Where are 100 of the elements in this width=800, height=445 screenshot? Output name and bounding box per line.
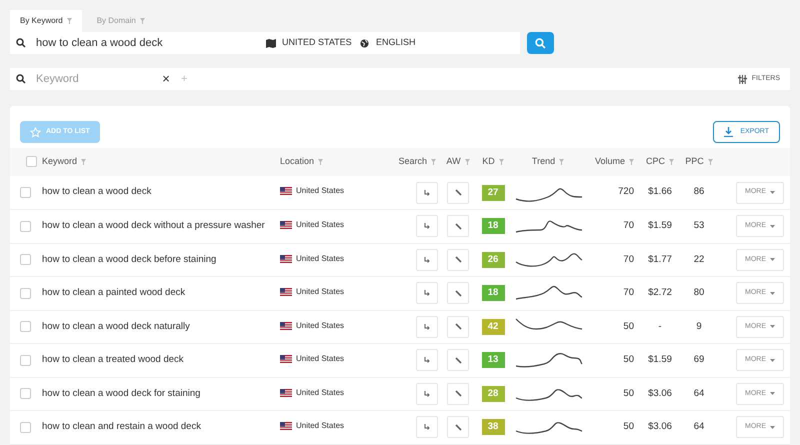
star-icon xyxy=(30,126,41,138)
column-header[interactable]: PPC xyxy=(685,156,704,166)
cpc-cell: $3.06 xyxy=(648,388,672,399)
ppc-cell: 80 xyxy=(694,287,704,298)
search-results-button[interactable] xyxy=(416,316,438,338)
checkbox[interactable] xyxy=(20,388,31,400)
difficulty-badge: 13 xyxy=(482,352,504,368)
volume-cell: 50 xyxy=(623,388,634,399)
cpc-cell: $1.59 xyxy=(648,354,672,366)
keyword-cell: how to clean a wood deck without a pressure washer xyxy=(42,220,265,232)
column-header[interactable]: CPC xyxy=(646,156,665,166)
difficulty-badge: 42 xyxy=(482,318,504,335)
language-selector[interactable]: ENGLISH xyxy=(376,36,416,50)
flag-icon xyxy=(280,422,292,430)
ppc-cell: 22 xyxy=(694,254,704,265)
cpc-cell: - xyxy=(658,320,662,332)
download-icon xyxy=(724,127,734,137)
column-header[interactable]: KD xyxy=(482,156,495,166)
funnel-icon xyxy=(81,158,86,165)
checkbox[interactable] xyxy=(26,156,36,168)
keyword-filter-field[interactable]: Keyword xyxy=(36,70,136,88)
location-cell: United States xyxy=(296,320,344,332)
location-cell: United States xyxy=(296,386,344,398)
tab[interactable]: By Keyword xyxy=(10,10,82,32)
checkbox[interactable] xyxy=(20,288,31,299)
funnel-icon xyxy=(66,18,72,24)
funnel-icon xyxy=(559,158,564,165)
flag-icon xyxy=(280,388,292,396)
funnel-icon xyxy=(669,158,674,165)
checkbox[interactable] xyxy=(20,422,31,433)
column-header[interactable]: Keyword xyxy=(42,156,78,166)
search-results-button[interactable] xyxy=(416,182,438,204)
search-results-button[interactable] xyxy=(416,416,438,438)
cpc-cell: $3.06 xyxy=(648,421,672,432)
search-results-button[interactable] xyxy=(416,248,438,271)
caret-icon xyxy=(770,224,775,228)
search-icon xyxy=(16,74,26,84)
funnel-icon xyxy=(140,18,145,24)
column-header[interactable]: Location xyxy=(280,156,314,166)
keyword-cell: how to clean a painted wood deck xyxy=(42,287,186,298)
checkbox[interactable] xyxy=(20,254,31,266)
adwords-button[interactable] xyxy=(447,215,469,238)
funnel-icon xyxy=(498,158,504,165)
volume-cell: 50 xyxy=(623,421,634,432)
column-header[interactable]: Search xyxy=(398,156,427,166)
ppc-cell: 64 xyxy=(694,421,704,432)
funnel-icon xyxy=(464,158,470,165)
volume-cell: 720 xyxy=(618,186,634,198)
adwords-button[interactable] xyxy=(447,416,469,438)
volume-cell: 70 xyxy=(623,287,634,298)
return-arrow-icon xyxy=(424,190,430,196)
adwords-button[interactable] xyxy=(447,349,469,372)
search-results-button[interactable] xyxy=(416,282,438,304)
globe-icon xyxy=(360,38,369,48)
column-header[interactable]: Volume xyxy=(594,156,625,166)
keyword-cell: how to clean a wood deck for staining xyxy=(42,388,200,399)
caret-icon xyxy=(770,191,775,194)
search-value: how to clean a wood deck xyxy=(36,36,164,51)
search-icon xyxy=(16,38,26,48)
funnel-icon xyxy=(629,158,634,165)
adwords-button[interactable] xyxy=(447,182,469,204)
map-icon xyxy=(266,38,276,48)
flag-icon xyxy=(280,187,292,196)
adwords-button[interactable] xyxy=(447,282,469,304)
adwords-button[interactable] xyxy=(447,248,469,271)
ppc-cell: 53 xyxy=(694,220,704,232)
location-cell: United States xyxy=(296,252,344,264)
funnel-icon xyxy=(431,158,436,165)
cpc-cell: $1.77 xyxy=(648,254,672,265)
keyword-search-field[interactable]: how to clean a wood deck UNITED STATES ENGLISH xyxy=(10,32,520,54)
search-button[interactable] xyxy=(527,32,554,54)
sparkline xyxy=(514,350,584,370)
column-header[interactable]: Trend xyxy=(532,156,556,166)
flag-icon xyxy=(280,254,292,262)
volume-cell: 50 xyxy=(623,320,634,332)
checkbox[interactable] xyxy=(20,321,31,332)
location-selector[interactable]: UNITED STATES xyxy=(282,36,360,50)
keyword-cell: how to clean a treated wood deck xyxy=(42,354,184,366)
checkbox[interactable] xyxy=(20,186,31,198)
location-cell: United States xyxy=(296,420,344,432)
caret-icon xyxy=(770,258,775,262)
difficulty-badge: 38 xyxy=(482,419,504,436)
search-results-button[interactable] xyxy=(416,382,438,405)
flag-icon xyxy=(280,221,292,229)
caret-icon xyxy=(770,392,775,396)
difficulty-badge: 18 xyxy=(482,285,504,302)
funnel-icon xyxy=(708,158,713,165)
cpc-cell: $1.66 xyxy=(648,186,672,198)
search-results-button[interactable] xyxy=(416,349,438,372)
return-arrow-icon xyxy=(424,324,430,330)
sliders-icon xyxy=(738,74,747,84)
checkbox[interactable] xyxy=(20,220,31,232)
clear-button[interactable]: × xyxy=(160,69,172,89)
difficulty-badge: 28 xyxy=(482,386,504,402)
search-results-button[interactable] xyxy=(416,215,438,238)
checkbox[interactable] xyxy=(20,354,31,366)
column-header[interactable]: AW xyxy=(446,156,461,166)
adwords-button[interactable] xyxy=(447,316,469,338)
adwords-button[interactable] xyxy=(447,382,469,405)
location-cell: United States xyxy=(296,286,344,298)
